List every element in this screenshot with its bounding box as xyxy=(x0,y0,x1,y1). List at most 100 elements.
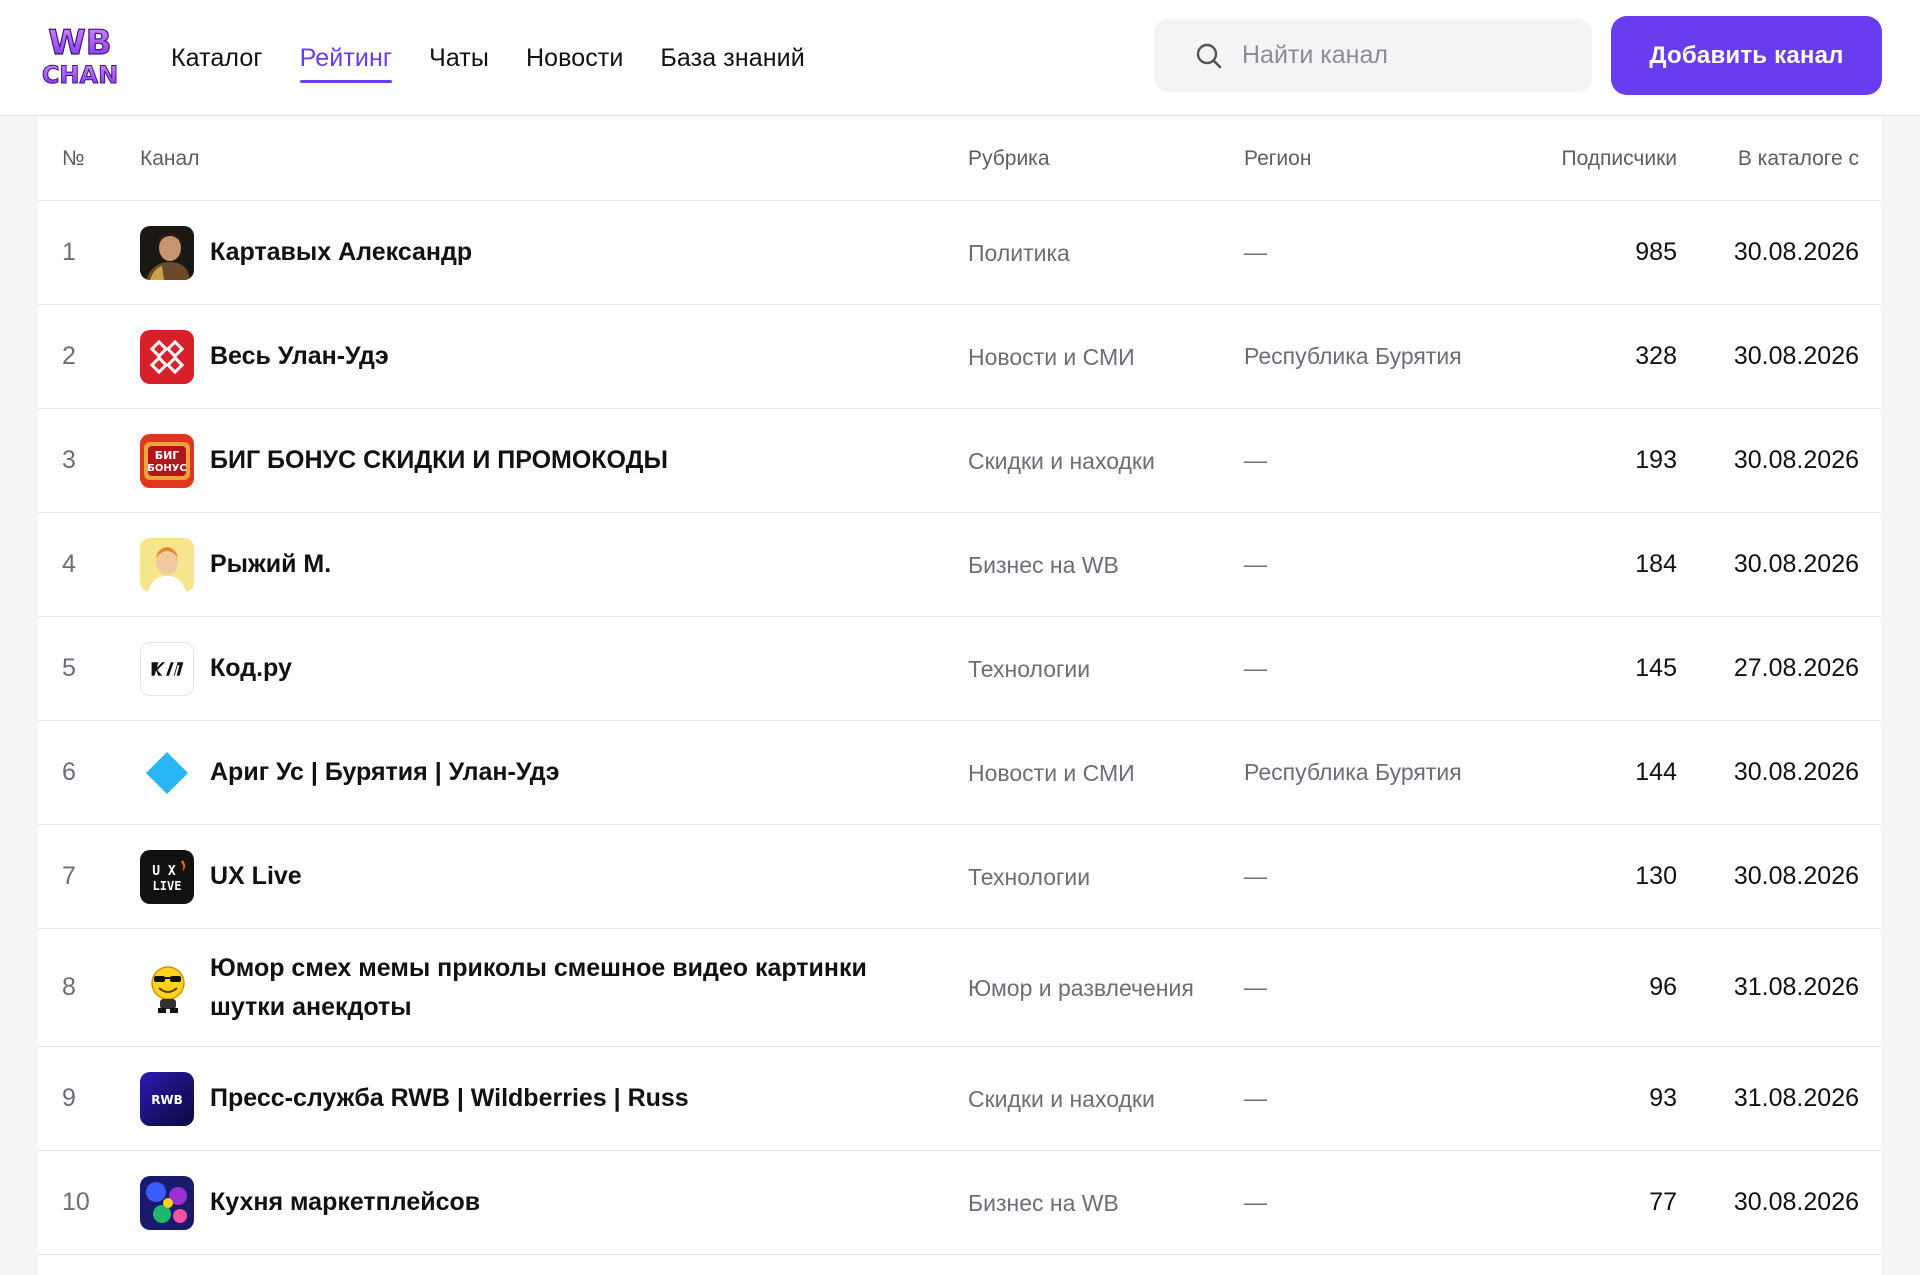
subscribers-count: 145 xyxy=(1635,654,1677,682)
channel-avatar: U X LIVE xyxy=(140,849,194,904)
diamond-avatar-icon xyxy=(140,745,194,800)
site-logo[interactable]: WB CHAN xyxy=(36,20,124,90)
table-row[interactable]: 5 Код.ру Технологии — 145 27.08.2026 xyxy=(38,617,1881,721)
region: — xyxy=(1244,551,1267,577)
table-row[interactable]: 7 U X LIVE UX Live Технологии — 130 30.0… xyxy=(38,825,1881,929)
svg-text:RWB: RWB xyxy=(151,1093,183,1107)
row-number: 8 xyxy=(62,973,76,1001)
space-collage-avatar-icon xyxy=(140,1175,194,1230)
region: — xyxy=(1244,447,1267,473)
row-number: 5 xyxy=(62,654,76,682)
rubric: Новости и СМИ xyxy=(968,343,1135,370)
nav-knowledge-base[interactable]: База знаний xyxy=(660,40,804,76)
table-row[interactable]: 6 Ариг Ус | Бурятия | Улан-Удэ Новости и… xyxy=(38,721,1881,825)
added-date: 30.08.2026 xyxy=(1733,550,1859,578)
add-channel-button[interactable]: Добавить канал xyxy=(1611,16,1882,95)
channel-name[interactable]: UX Live xyxy=(210,857,302,896)
nav-news[interactable]: Новости xyxy=(526,40,623,76)
portrait-avatar-icon xyxy=(140,225,194,280)
row-number: 1 xyxy=(62,238,76,266)
table-row[interactable]: 4 Рыжий М. Бизнес на WB — 184 30.08.2026 xyxy=(38,513,1881,617)
main-nav: Каталог Рейтинг Чаты Новости База знаний xyxy=(171,0,842,116)
table-row[interactable]: 1 Картавых Александр Политика — 985 30.0… xyxy=(38,201,1881,305)
channel-cell: RWB Пресс-служба RWB | Wildberries | Rus… xyxy=(140,1047,880,1150)
region: — xyxy=(1244,655,1267,681)
row-number: 3 xyxy=(62,446,76,474)
subscribers-count: 184 xyxy=(1635,550,1677,578)
channel-name[interactable]: Весь Улан-Удэ xyxy=(210,337,389,376)
added-date: 30.08.2026 xyxy=(1733,342,1859,370)
row-number: 4 xyxy=(62,550,76,578)
wb-chan-logo-icon: WB CHAN xyxy=(41,22,118,89)
table-row[interactable]: 2 Весь Улан-Удэ Новости и СМИ Республика… xyxy=(38,305,1881,409)
table-row[interactable]: 3 БИГ БОНУС БИГ БОНУС СКИДКИ И ПРОМОКОДЫ… xyxy=(38,409,1881,513)
channel-avatar xyxy=(140,537,194,592)
column-header-num: № xyxy=(62,147,85,170)
kod-logo-avatar-icon xyxy=(141,642,193,695)
table-row[interactable]: 10 Кухня маркетплейсов Бизнес на WB — 77… xyxy=(38,1151,1881,1255)
subscribers-count: 96 xyxy=(1649,973,1677,1001)
channel-name[interactable]: Пресс-служба RWB | Wildberries | Russ xyxy=(210,1079,689,1118)
channel-cell: Рыжий М. xyxy=(140,513,880,616)
column-header-channel: Канал xyxy=(140,147,200,170)
channel-name[interactable]: Ариг Ус | Бурятия | Улан-Удэ xyxy=(210,753,560,792)
column-header-added[interactable]: В каталоге с xyxy=(1738,117,1859,201)
channel-name[interactable]: Кухня маркетплейсов xyxy=(210,1183,480,1222)
channel-cell: Код.ру xyxy=(140,617,880,720)
region: — xyxy=(1244,1189,1267,1215)
region: — xyxy=(1244,239,1267,265)
column-header-subscribers[interactable]: Подписчики xyxy=(1561,117,1677,201)
svg-text:БОНУС: БОНУС xyxy=(147,463,187,474)
search-icon xyxy=(1196,43,1222,68)
added-date: 30.08.2026 xyxy=(1733,758,1859,786)
search-input[interactable] xyxy=(1242,41,1572,70)
channel-name[interactable]: Картавых Александр xyxy=(210,233,472,272)
added-date: 30.08.2026 xyxy=(1733,238,1859,266)
search-box[interactable] xyxy=(1154,19,1592,92)
big-bonus-avatar-icon: БИГ БОНУС xyxy=(140,433,194,488)
channel-cell: Ариг Ус | Бурятия | Улан-Удэ xyxy=(140,721,880,824)
channel-name[interactable]: Юмор смех мемы приколы смешное видео кар… xyxy=(210,949,880,1027)
channel-name[interactable]: БИГ БОНУС СКИДКИ И ПРОМОКОДЫ xyxy=(210,441,668,480)
svg-text:WB: WB xyxy=(48,23,111,63)
channel-avatar xyxy=(140,225,194,280)
rubric: Технологии xyxy=(968,655,1091,682)
nav-chats[interactable]: Чаты xyxy=(429,40,489,76)
added-date: 31.08.2026 xyxy=(1733,973,1859,1001)
rating-table: № Канал Рубрика Регион Подписчики В ката… xyxy=(38,117,1881,1275)
channel-avatar xyxy=(140,329,194,384)
row-number: 7 xyxy=(62,862,76,890)
region: Республика Бурятия xyxy=(1244,759,1462,785)
top-header: WB CHAN Каталог Рейтинг Чаты Новости Баз… xyxy=(0,0,1920,116)
channel-cell: БИГ БОНУС БИГ БОНУС СКИДКИ И ПРОМОКОДЫ xyxy=(140,409,880,512)
smiley-sunglasses-avatar-icon xyxy=(140,960,194,1015)
channel-cell: Юмор смех мемы приколы смешное видео кар… xyxy=(140,929,880,1046)
column-header-region: Регион xyxy=(1244,147,1312,170)
table-row[interactable]: 9 RWB Пресс-служба RWB | Wildberries | R… xyxy=(38,1047,1881,1151)
subscribers-count: 93 xyxy=(1649,1084,1677,1112)
channel-avatar xyxy=(140,1175,194,1230)
added-date: 30.08.2026 xyxy=(1733,862,1859,890)
channel-cell: Картавых Александр xyxy=(140,201,880,304)
svg-text:БИГ: БИГ xyxy=(155,449,180,462)
subscribers-count: 328 xyxy=(1635,342,1677,370)
rubric: Скидки и находки xyxy=(968,447,1155,474)
table-row[interactable]: 8 Юмор смех мемы приколы смешное видео к… xyxy=(38,929,1881,1047)
added-date: 30.08.2026 xyxy=(1733,446,1859,474)
added-date: 31.08.2026 xyxy=(1733,1084,1859,1112)
subscribers-count: 130 xyxy=(1635,862,1677,890)
added-date: 27.08.2026 xyxy=(1733,654,1859,682)
region: — xyxy=(1244,974,1267,1000)
svg-text:LIVE: LIVE xyxy=(153,879,182,893)
column-header-rubric: Рубрика xyxy=(968,147,1050,170)
row-number: 10 xyxy=(62,1188,90,1216)
rubric: Технологии xyxy=(968,863,1091,890)
nav-catalog[interactable]: Каталог xyxy=(171,40,263,76)
channel-cell: Кухня маркетплейсов xyxy=(140,1151,880,1254)
added-date: 30.08.2026 xyxy=(1733,1188,1859,1216)
table-header: № Канал Рубрика Регион Подписчики В ката… xyxy=(38,117,1881,201)
channel-name[interactable]: Рыжий М. xyxy=(210,545,331,584)
channel-name[interactable]: Код.ру xyxy=(210,649,292,688)
nav-rating[interactable]: Рейтинг xyxy=(299,40,393,83)
channel-avatar xyxy=(140,641,194,696)
